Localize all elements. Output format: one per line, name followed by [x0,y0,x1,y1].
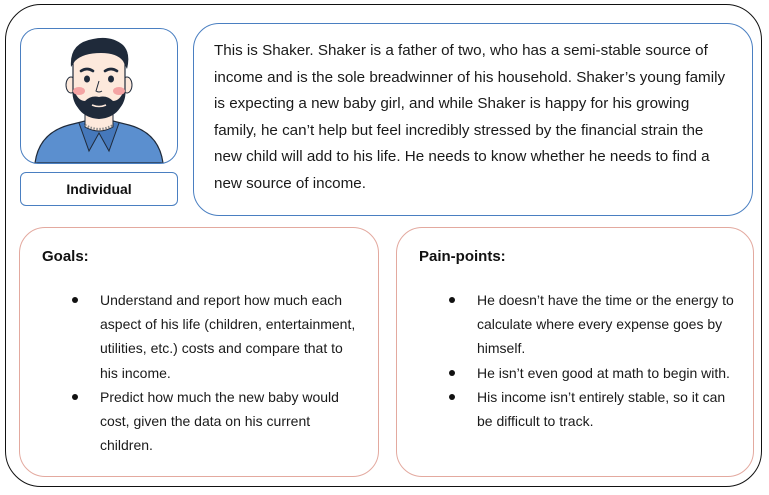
persona-bio: This is Shaker. Shaker is a father of tw… [193,23,753,216]
list-item: He doesn’t have the time or the energy t… [449,288,739,361]
pain-points-title: Pain-points: [419,248,506,265]
pain-points-list: He doesn’t have the time or the energy t… [449,288,739,433]
goals-panel: Goals: Understand and report how much ea… [19,227,379,477]
list-item: He isn’t even good at math to begin with… [449,361,739,385]
bullet-icon [449,393,455,400]
bullet-icon [449,297,455,303]
goal-text: Understand and report how much each aspe… [100,292,356,381]
pain-point-text: He doesn’t have the time or the energy t… [477,292,734,357]
pain-point-text: His income isn’t entirely stable, so it … [477,388,726,430]
bullet-icon [72,297,78,303]
goals-title: Goals: [42,248,89,265]
pain-point-text: He isn’t even good at math to begin with… [477,364,730,381]
list-item: Predict how much the new baby would cost… [72,385,362,458]
list-item: Understand and report how much each aspe… [72,288,362,385]
list-item: His income isn’t entirely stable, so it … [449,385,739,433]
avatar [20,28,178,164]
bearded-man-avatar-icon [34,37,164,163]
goal-text: Predict how much the new baby would cost… [100,388,339,454]
bullet-icon [449,369,455,376]
goals-list: Understand and report how much each aspe… [72,288,362,457]
pain-points-panel: Pain-points: He doesn’t have the time or… [396,227,754,477]
bullet-icon [72,393,78,400]
role-label: Individual [20,172,178,206]
